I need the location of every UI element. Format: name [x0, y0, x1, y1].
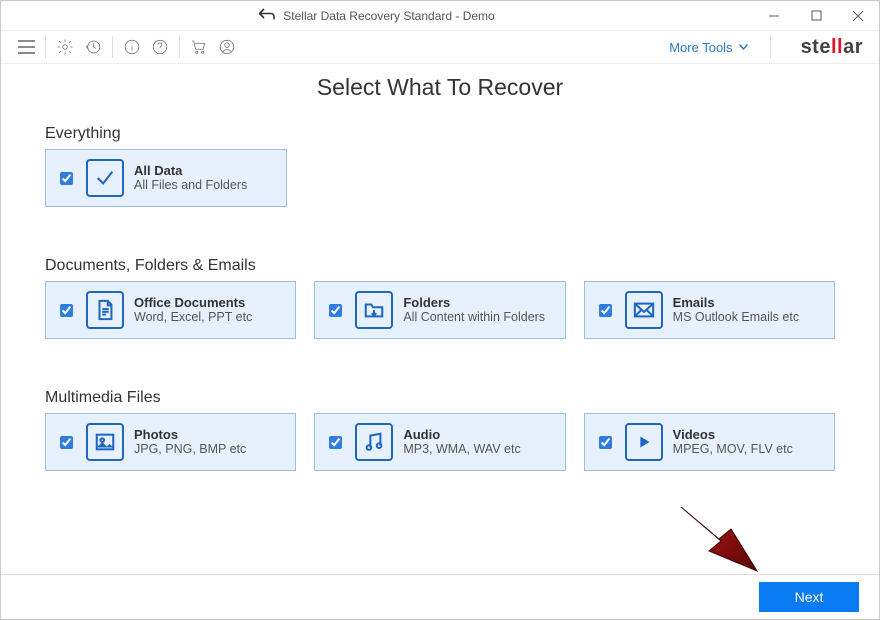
video-icon: [625, 423, 663, 461]
section-heading-everything: Everything: [45, 125, 835, 143]
maximize-button[interactable]: [795, 1, 837, 30]
menu-icon[interactable]: [17, 38, 35, 56]
cart-icon[interactable]: [190, 38, 208, 56]
card-subtitle: All Files and Folders: [134, 178, 247, 193]
check-icon: [86, 159, 124, 197]
more-tools-label: More Tools: [669, 40, 732, 55]
more-tools-dropdown[interactable]: More Tools: [669, 40, 747, 55]
gear-icon[interactable]: [56, 38, 74, 56]
window-controls: [753, 1, 879, 30]
back-icon[interactable]: [259, 7, 275, 24]
card-videos[interactable]: Videos MPEG, MOV, FLV etc: [584, 413, 835, 471]
card-office-documents[interactable]: Office Documents Word, Excel, PPT etc: [45, 281, 296, 339]
checkbox-emails[interactable]: [599, 304, 612, 317]
footer: Next: [1, 574, 879, 619]
section-heading-multimedia: Multimedia Files: [45, 389, 835, 407]
card-subtitle: MP3, WMA, WAV etc: [403, 442, 520, 457]
separator: [112, 36, 113, 58]
checkbox-folders[interactable]: [329, 304, 342, 317]
checkbox-videos[interactable]: [599, 436, 612, 449]
checkbox-audio[interactable]: [329, 436, 342, 449]
card-subtitle: Word, Excel, PPT etc: [134, 310, 252, 325]
card-folders[interactable]: Folders All Content within Folders: [314, 281, 565, 339]
checkbox-office-documents[interactable]: [60, 304, 73, 317]
separator: [179, 36, 180, 58]
titlebar: Stellar Data Recovery Standard - Demo: [1, 1, 879, 31]
card-title: Folders: [403, 295, 545, 311]
checkbox-all-data[interactable]: [60, 172, 73, 185]
card-title: Office Documents: [134, 295, 252, 311]
card-all-data[interactable]: All Data All Files and Folders: [45, 149, 287, 207]
checkbox-photos[interactable]: [60, 436, 73, 449]
help-icon[interactable]: [151, 38, 169, 56]
card-subtitle: All Content within Folders: [403, 310, 545, 325]
page-title: Select What To Recover: [45, 74, 835, 101]
card-photos[interactable]: Photos JPG, PNG, BMP etc: [45, 413, 296, 471]
next-button[interactable]: Next: [759, 582, 859, 612]
card-title: Photos: [134, 427, 246, 443]
separator: [45, 36, 46, 58]
envelope-icon: [625, 291, 663, 329]
folder-icon: [355, 291, 393, 329]
card-audio[interactable]: Audio MP3, WMA, WAV etc: [314, 413, 565, 471]
info-icon[interactable]: [123, 38, 141, 56]
card-title: All Data: [134, 163, 247, 179]
card-subtitle: JPG, PNG, BMP etc: [134, 442, 246, 457]
history-icon[interactable]: [84, 38, 102, 56]
user-icon[interactable]: [218, 38, 236, 56]
window-title-area: Stellar Data Recovery Standard - Demo: [1, 7, 753, 24]
section-heading-documents: Documents, Folders & Emails: [45, 257, 835, 275]
music-icon: [355, 423, 393, 461]
document-icon: [86, 291, 124, 329]
card-subtitle: MPEG, MOV, FLV etc: [673, 442, 793, 457]
minimize-button[interactable]: [753, 1, 795, 30]
toolbar: More Tools stellar: [1, 31, 879, 64]
brand-logo: stellar: [801, 36, 863, 59]
card-title: Audio: [403, 427, 520, 443]
card-emails[interactable]: Emails MS Outlook Emails etc: [584, 281, 835, 339]
close-button[interactable]: [837, 1, 879, 30]
window-title: Stellar Data Recovery Standard - Demo: [283, 9, 494, 23]
card-subtitle: MS Outlook Emails etc: [673, 310, 799, 325]
main-content: Select What To Recover Everything All Da…: [1, 64, 879, 471]
card-title: Videos: [673, 427, 793, 443]
photo-icon: [86, 423, 124, 461]
chevron-down-icon: [739, 44, 748, 50]
separator: [770, 36, 771, 58]
card-title: Emails: [673, 295, 799, 311]
